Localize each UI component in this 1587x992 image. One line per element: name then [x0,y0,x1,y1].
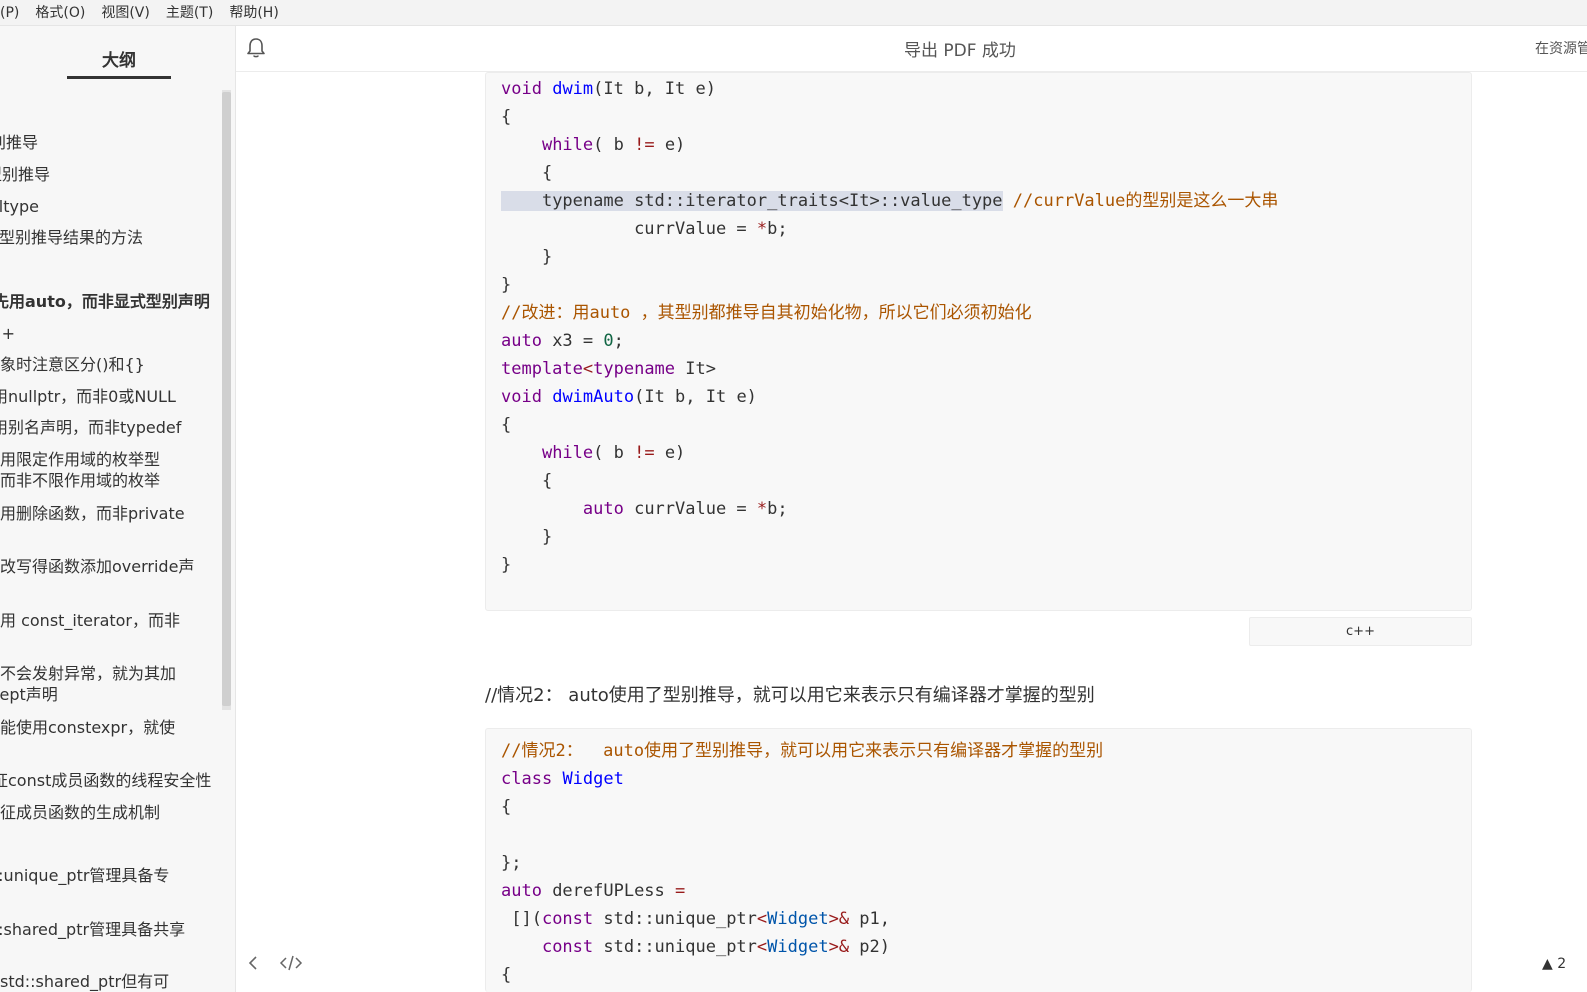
code-line: auto currValue = *b; [582,499,788,519]
outline-item[interactable]: auto型别推导 [0,164,222,185]
outline-item[interactable]: 对于类似std::shared_ptr但有可 [0,971,222,992]
paragraph-text[interactable]: //情况2： auto使用了型别推导，就可以用它来表示只有编译器才掌握的型别 [485,681,1095,707]
code-line: }; [501,853,522,873]
menu-item-format[interactable]: 格式(O) [27,0,93,26]
code-line: { [501,415,512,435]
outline-item[interactable]: 使用std::unique_ptr管理具备专 [0,865,222,886]
code-block[interactable]: //情况2： auto使用了型别推导，就可以用它来表示只有编译器才掌握的型别 c… [485,728,1472,992]
code-line: } [541,247,553,267]
code-line: while( b != e) [541,443,686,463]
code-line: { [501,797,512,817]
code-line: } [501,555,512,575]
code-line-selected: typename std::iterator_traits<It>::value… [501,187,1278,215]
warning-count[interactable]: ▲ 2 [1542,956,1587,972]
outline-item[interactable]: 优先用nullptr，而非0或NULL [0,386,222,407]
outline-item[interactable]: 为意在改写得函数添加override声 [0,556,222,577]
outline-item[interactable]: 只要有可能使用constexpr，就使 [0,717,222,738]
outline-item[interactable]: 理解特征成员函数的生成机制 [0,802,222,823]
sidebar: 大纲 模板型别推导 auto型别推导 decltype 查看型别推导结果的方法 … [0,26,236,992]
menu-item-help[interactable]: 帮助(H) [221,0,286,26]
code-line: //情况2： auto使用了型别推导，就可以用它来表示只有编译器才掌握的型别 [501,741,1104,761]
outline-item[interactable]: 保证const成员函数的线程安全性 [0,770,222,791]
code-line: } [541,527,553,547]
chevron-left-icon[interactable] [244,952,264,974]
code-language-selector[interactable]: c++ [1249,617,1472,646]
menu-item-p[interactable]: (P) [0,0,27,26]
outline-item[interactable]: decltype [0,196,222,217]
outline-item[interactable]: 查看型别推导结果的方法 [0,227,222,248]
code-line: void dwim(It b, It e) [501,79,716,99]
outline-item[interactable]: 创建对象时注意区分()和{} [0,354,222,375]
outline-item[interactable]: 优先用auto，而非显式型别声明 [0,291,222,312]
code-line: [](const std::unique_ptr<Widget>& p1, [501,909,891,929]
code-line: { [501,965,512,985]
code-line: auto derefUPLess = [501,881,686,901]
sidebar-scrollbar-thumb[interactable] [222,92,231,706]
outline-item[interactable]: 优先用删除函数，而非private [0,503,222,524]
tab-underline [67,76,171,79]
open-in-explorer-link[interactable]: 在资源管理器中打开 [1535,38,1587,58]
code-line: template<typename It> [501,359,716,379]
code-line: void dwimAuto(It b, It e) [501,387,757,407]
menubar: (P) 格式(O) 视图(V) 主题(T) 帮助(H) [0,0,1587,26]
code-line: //改进：用auto ，其型别都推导自其初始化物，所以它们必须初始化 [501,303,1032,323]
notification-title: 导出 PDF 成功 [904,41,1016,61]
code-line: } [501,275,512,295]
code-line: auto x3 = 0; [501,331,624,351]
bell-icon[interactable] [246,37,266,59]
outline-item[interactable]: 使用std::shared_ptr管理具备共享 [0,919,222,940]
code-line: class Widget [501,769,624,789]
outline-item[interactable]: 优先用 const_iterator，而非 [0,610,222,631]
outline-item[interactable]: 模板型别推导 [0,132,222,153]
outline-item[interactable]: 只要函数不会发射异常，就为其加上noexcept声明 [0,663,190,705]
code-line: while( b != e) [541,135,686,155]
code-line: const std::unique_ptr<Widget>& p2) [541,937,891,957]
menu-item-view[interactable]: 视图(V) [93,0,158,26]
tab-outline[interactable]: 大纲 [67,46,171,71]
code-line: currValue = *b; [634,219,788,239]
outline-item[interactable]: 优先用别名声明，而非typedef [0,417,222,438]
outline-item[interactable]: C++ [0,323,222,344]
code-line: { [541,163,553,183]
source-code-icon[interactable] [278,952,304,974]
code-line: { [541,471,553,491]
code-line: { [501,107,512,127]
menu-item-theme[interactable]: 主题(T) [158,0,221,26]
editor-topbar: 导出 PDF 成功 在资源管理器中打开 [236,26,1587,72]
code-block[interactable]: void dwim(It b, It e) { while( b != e) {… [485,72,1472,611]
